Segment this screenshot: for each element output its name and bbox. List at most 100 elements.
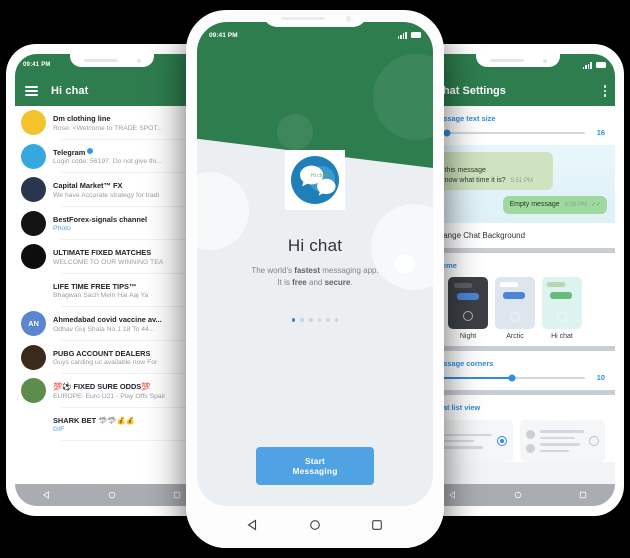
chat-item-text: LIFE TIME FREE TIPS™ Bhagwan Sach Mein Ha… — [53, 282, 203, 300]
nav-back-icon[interactable] — [449, 486, 457, 504]
right-app-bar: Chat Settings — [421, 76, 615, 106]
chat-item-message: Login code: 56197. Do not give thi... — [53, 158, 162, 165]
chat-item-message: Bhagwan Sach Mein Hai Aaj Ya — [53, 292, 149, 299]
radio-expanded[interactable] — [589, 436, 599, 447]
front-camera-icon — [137, 58, 141, 63]
page-dot[interactable] — [291, 318, 296, 322]
chat-item-message: WELCOME TO OUR WINNING TEA — [53, 258, 164, 266]
chat-preview: Chris Reply to this message Do you know … — [421, 145, 615, 224]
double-check-icon: ✓✓ — [590, 202, 601, 209]
nav-back-icon[interactable] — [43, 486, 51, 504]
chat-item-message: EUROPE: Euro U21 - Play Offs Spair — [53, 392, 166, 400]
hamburger-menu-icon[interactable] — [25, 86, 38, 96]
theme-thumb-bubble — [457, 293, 479, 301]
chat-item-name: BestForex-signals channel — [53, 214, 148, 224]
subtitle-l2a: It is — [277, 278, 293, 288]
left-status-time: 09:41 PM — [23, 62, 51, 68]
nav-recents-icon[interactable] — [173, 486, 181, 504]
theme-option[interactable]: Hi chat — [542, 277, 582, 340]
text-size-track[interactable] — [433, 129, 585, 136]
chat-list-item[interactable]: LIFE TIME FREE TIPS™ Bhagwan Sach Mein Ha… — [15, 274, 209, 308]
nav-back-icon[interactable] — [247, 518, 259, 536]
message-corners-label: Message corners — [433, 359, 494, 369]
start-messaging-button[interactable]: Start Messaging — [256, 447, 374, 485]
corners-knob[interactable] — [508, 374, 516, 382]
onboarding-page-dots[interactable] — [197, 318, 433, 322]
outgoing-message-time: 6:06 PM — [564, 202, 587, 209]
chat-item-name: ULTIMATE FIXED MATCHES — [53, 248, 152, 257]
chat-list-item[interactable]: ULTIMATE FIXED MATCHES WELCOME TO OUR WIN… — [15, 240, 209, 274]
screenshot-stage: 09:41 PM Hi chat Dm clothing line Rose: <… — [0, 0, 630, 558]
chat-list-item[interactable]: BestForex-signals channel Photo — [15, 207, 209, 241]
chat-item-name: LIFE TIME FREE TIPS™ — [53, 281, 137, 291]
chat-list-item[interactable]: Capital Market™ FX We have Accurate strat… — [15, 173, 209, 207]
chat-item-message: Rose: <Welcome to TRADE SPOT... — [53, 124, 163, 132]
center-android-nav-bar — [186, 506, 444, 548]
chat-item-text: BestForex-signals channel Photo — [53, 215, 203, 233]
chat-item-message: Photo — [53, 225, 71, 232]
center-phone-screen: 09:41 PM Hi chat Hi chat The world's fas… — [197, 22, 433, 506]
speaker-grille-icon — [84, 59, 118, 62]
nav-recents-icon[interactable] — [579, 486, 587, 504]
chat-list-item[interactable]: SHARK BET 🦈🦈💰💰 GIF — [15, 408, 209, 442]
page-dot[interactable] — [334, 318, 339, 322]
corners-value: 10 — [596, 373, 605, 383]
chat-list-item[interactable]: PUBG ACCOUNT DEALERS Guys carding uc avai… — [15, 341, 209, 375]
chat-list-view-options[interactable] — [421, 415, 615, 463]
theme-thumb-fab-icon — [510, 312, 520, 323]
verified-badge-icon — [87, 147, 94, 154]
message-text-size-slider[interactable]: 16 — [421, 126, 615, 145]
avatar — [21, 110, 46, 136]
chat-list-item[interactable]: Telegram Login code: 56197. Do not give t… — [15, 140, 209, 174]
page-dot[interactable] — [326, 318, 330, 322]
theme-label: Theme — [433, 261, 457, 271]
theme-option[interactable]: Arctic — [495, 277, 535, 340]
corners-track[interactable] — [433, 374, 585, 382]
center-phone-notch — [263, 10, 367, 27]
theme-thumbnail[interactable] — [542, 277, 582, 330]
front-camera-icon — [543, 58, 547, 63]
page-dot[interactable] — [308, 318, 313, 322]
chat-settings-title: Chat Settings — [435, 85, 506, 97]
chat-list-item[interactable]: 💯⚽ FIXED SURE ODDS💯 EUROPE: Euro U21 - Pl… — [15, 374, 209, 408]
chat-list-item[interactable]: Dm clothing line Rose: <Welcome to TRADE … — [15, 106, 209, 140]
chat-item-text: PUBG ACCOUNT DEALERS Guys carding uc avai… — [53, 349, 203, 367]
chat-item-message: Guys carding uc available now For — [53, 359, 158, 366]
signal-bars-icon — [582, 62, 592, 69]
left-phone-screen: 09:41 PM Hi chat Dm clothing line Rose: <… — [15, 54, 209, 506]
page-dot[interactable] — [317, 318, 322, 322]
center-phone-mockup: 09:41 PM Hi chat Hi chat The world's fas… — [186, 10, 444, 548]
nav-recents-icon[interactable] — [371, 518, 383, 536]
chat-item-text: 💯⚽ FIXED SURE ODDS💯 EUROPE: Euro U21 - Pl… — [53, 382, 203, 400]
chat-item-name: Telegram — [53, 147, 203, 157]
page-dot[interactable] — [300, 318, 304, 322]
kebab-menu-icon[interactable] — [603, 85, 606, 97]
chat-list[interactable]: Dm clothing line Rose: <Welcome to TRADE … — [15, 106, 209, 484]
chat-item-name: Dm clothing line — [53, 114, 111, 123]
text-size-knob[interactable] — [443, 129, 451, 136]
nav-home-icon[interactable] — [514, 486, 522, 504]
chat-item-text: ULTIMATE FIXED MATCHES WELCOME TO OUR WIN… — [53, 248, 203, 266]
theme-thumbnail[interactable] — [448, 277, 488, 330]
theme-thumbnail[interactable] — [495, 277, 535, 330]
chat-item-name: 💯⚽ FIXED SURE ODDS💯 — [53, 382, 151, 391]
nav-home-icon[interactable] — [108, 486, 116, 504]
left-app-title: Hi chat — [51, 85, 89, 97]
radio-compact[interactable] — [496, 436, 507, 447]
theme-thumb-bubble — [503, 292, 525, 300]
hi-chat-speech-bubbles-logo: Hi chat — [291, 156, 339, 204]
theme-thumb-fab-icon — [463, 311, 473, 322]
chat-list-view-option-expanded[interactable] — [519, 420, 605, 463]
hi-chat-logo: Hi chat — [285, 150, 345, 210]
right-android-nav-bar — [421, 484, 615, 506]
theme-name: Night — [459, 333, 477, 341]
message-text-size-label: Message text size — [433, 114, 496, 123]
theme-option[interactable]: Night — [448, 277, 488, 340]
chat-item-name: Capital Market™ FX — [53, 181, 123, 190]
nav-home-icon[interactable] — [309, 518, 321, 536]
message-corners-slider[interactable]: 10 — [421, 371, 615, 391]
change-chat-background-item[interactable]: Change Chat Background — [421, 223, 615, 249]
chat-list-item[interactable]: AN Ahmedabad covid vaccine av... Odhav Guj… — [15, 307, 209, 341]
theme-chooser[interactable]: DarkNightArcticHi chat — [421, 273, 615, 347]
subtitle-l2d: secure — [324, 278, 351, 288]
